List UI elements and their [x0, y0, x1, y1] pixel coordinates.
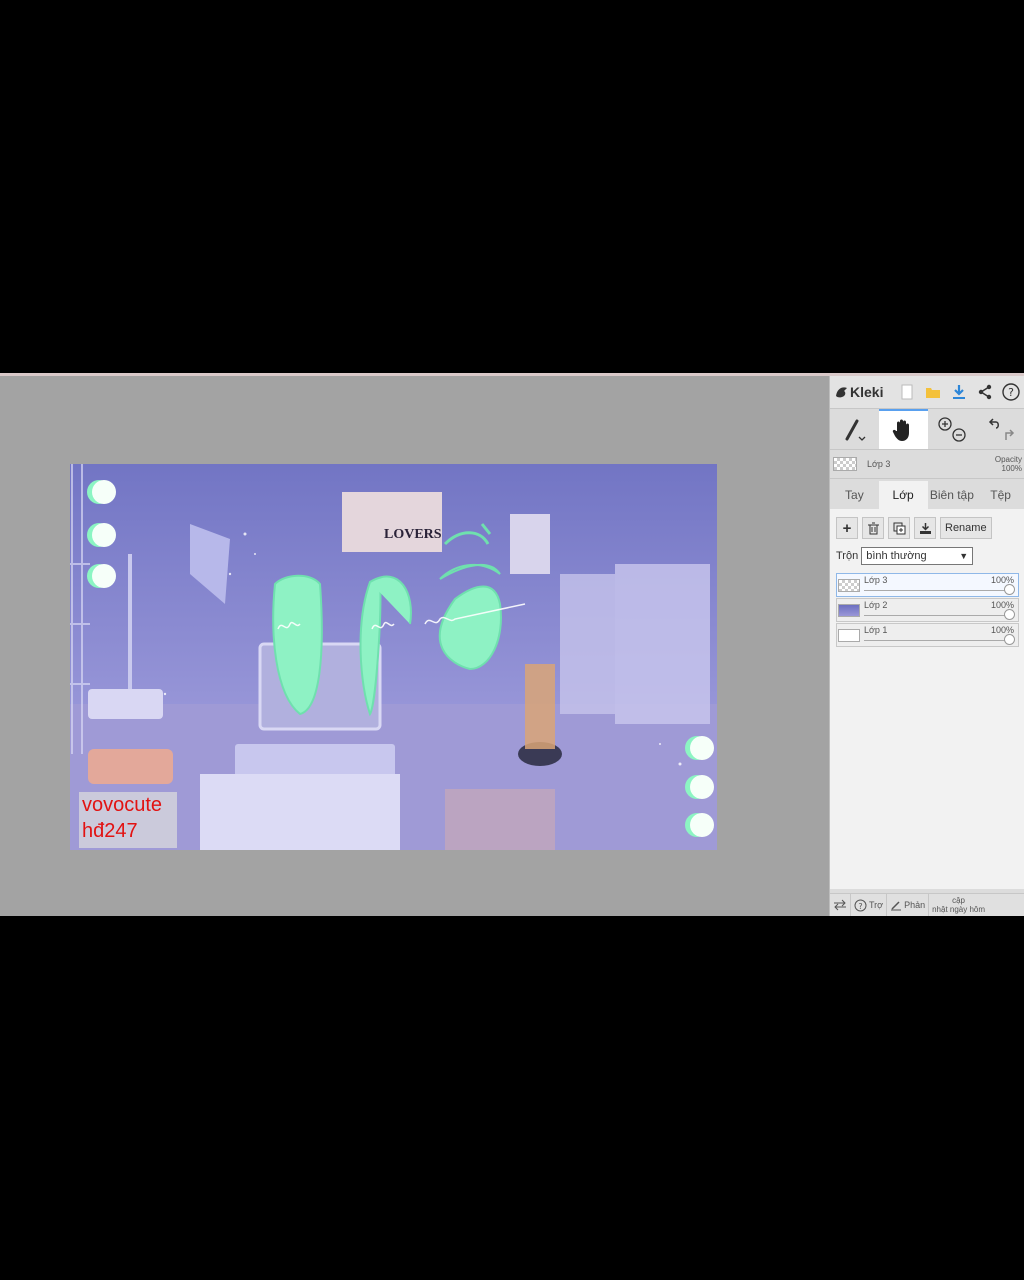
- help-button-label: Trợ: [869, 900, 884, 910]
- duplicate-icon: [893, 522, 905, 534]
- kleki-bird-icon: [836, 387, 847, 398]
- chevron-down-icon: ▼: [959, 551, 969, 561]
- sticker-bubble: [690, 813, 714, 837]
- layer-item[interactable]: Lớp 1 100%: [836, 623, 1019, 647]
- update-label-line2: nhật ngày hôm: [932, 905, 986, 914]
- help-button[interactable]: ? Trợ: [851, 894, 888, 916]
- blend-mode-value: bình thường: [866, 550, 927, 562]
- redo-icon: [1004, 429, 1014, 440]
- layer-name: Lớp 2: [864, 600, 888, 610]
- zoom-in-icon: [938, 417, 952, 431]
- sticker-bubble: [92, 523, 116, 547]
- layer-opacity-slider-handle[interactable]: [1004, 634, 1015, 645]
- hand-icon: [892, 419, 910, 441]
- toolbar: [830, 409, 1024, 450]
- layer-opacity-slider-handle[interactable]: [1004, 609, 1015, 620]
- zoom-tool-group: [928, 409, 977, 449]
- app-name: Kleki: [850, 384, 884, 400]
- undo-icon: [988, 418, 999, 429]
- layer-item[interactable]: Lớp 2 100%: [836, 598, 1019, 622]
- swap-icon: [834, 899, 846, 911]
- layers-panel: + Rename Trộn bình thường ▼ Lớp 3 100% L…: [830, 509, 1024, 889]
- svg-text:?: ?: [858, 902, 862, 911]
- share-icon[interactable]: [975, 382, 995, 402]
- layer-list: Lớp 3 100% Lớp 2 100% Lớp 1 100%: [836, 573, 1019, 647]
- feedback-button[interactable]: Phản: [887, 894, 930, 916]
- duplicate-layer-button[interactable]: [888, 517, 910, 539]
- canvas-area[interactable]: LOVERS vovocute hđ247: [0, 376, 829, 916]
- merge-down-button[interactable]: [914, 517, 936, 539]
- tab-layers[interactable]: Lớp: [878, 481, 928, 509]
- tab-file[interactable]: Tệp: [976, 481, 1024, 509]
- merge-down-icon: [919, 522, 931, 534]
- layer-opacity-slider[interactable]: [864, 590, 1012, 591]
- sticker-bubble: [92, 564, 116, 588]
- opacity-value: 100%: [1001, 464, 1022, 473]
- layer-item[interactable]: Lớp 3 100%: [836, 573, 1019, 597]
- swap-side-button[interactable]: [830, 894, 851, 916]
- sticker-bubble: [92, 480, 116, 504]
- help-icon[interactable]: ?: [1001, 382, 1021, 402]
- open-folder-icon[interactable]: [923, 382, 943, 402]
- add-layer-button[interactable]: +: [836, 517, 858, 539]
- layer-thumbnail: [838, 629, 860, 642]
- layer-opacity-slider-handle[interactable]: [1004, 584, 1015, 595]
- current-layer-name: Lớp 3: [867, 459, 891, 469]
- layer-name: Lớp 1: [864, 625, 888, 635]
- kleki-app: LOVERS vovocute hđ247 Kleki ? Lớp 3 Opac…: [0, 373, 1024, 916]
- help-circle-icon: ?: [854, 899, 867, 911]
- trash-icon: [868, 522, 879, 534]
- opacity-label: Opacity: [994, 455, 1022, 464]
- delete-layer-button[interactable]: [862, 517, 884, 539]
- current-layer-thumbnail: [833, 457, 857, 471]
- blend-mode-select[interactable]: bình thường ▼: [861, 547, 974, 565]
- svg-text:?: ?: [1008, 386, 1014, 399]
- tab-hand[interactable]: Tay: [830, 481, 879, 509]
- zoom-out-icon: [952, 428, 966, 442]
- blend-mode-label: Trộn: [836, 550, 859, 562]
- sticker-bubble: [690, 736, 714, 760]
- watermark-line-1: vovocute: [82, 794, 163, 816]
- sidebar-bottombar: ? Trợ Phản cập nhật ngày hôm: [830, 893, 1024, 916]
- brush-tool-button[interactable]: [830, 409, 879, 449]
- hand-tool-button[interactable]: [878, 409, 928, 449]
- rename-layer-button[interactable]: Rename: [940, 517, 992, 539]
- update-button[interactable]: cập nhật ngày hôm: [929, 894, 988, 916]
- panel-tabs: Tay Lớp Biên tập Tệp: [830, 481, 1024, 509]
- feedback-icon: [891, 901, 902, 911]
- layer-thumbnail: [838, 604, 860, 617]
- layer-name: Lớp 3: [864, 575, 888, 585]
- blend-mode-row: Trộn bình thường ▼: [836, 547, 1019, 565]
- poster-lovers-text: LOVERS: [384, 527, 442, 542]
- undo-redo-group: [976, 409, 1024, 449]
- brush-icon: [845, 419, 866, 441]
- update-label-line1: cập: [952, 896, 966, 905]
- new-file-icon[interactable]: [897, 382, 917, 402]
- layer-opacity-slider[interactable]: [864, 640, 1012, 641]
- layer-action-buttons: + Rename: [836, 517, 1019, 539]
- sidebar-topbar: Kleki ?: [830, 376, 1024, 409]
- layer-thumbnail: [838, 579, 860, 592]
- sidebar: Kleki ? Lớp 3 Opacity 100% Tay Lớp Biên …: [829, 376, 1024, 916]
- app-logo[interactable]: Kleki: [834, 384, 883, 400]
- sticker-bubble: [690, 775, 714, 799]
- watermark-label: vovocute hđ247: [79, 792, 177, 848]
- feedback-button-label: Phản: [904, 900, 926, 910]
- tab-edit[interactable]: Biên tập: [928, 481, 977, 509]
- watermark-line-2: hđ247: [82, 820, 138, 842]
- layer-opacity-slider[interactable]: [864, 615, 1012, 616]
- current-layer-info: Lớp 3 Opacity 100%: [830, 450, 1024, 479]
- download-icon[interactable]: [949, 382, 969, 402]
- artwork-canvas[interactable]: LOVERS vovocute hđ247: [70, 464, 717, 850]
